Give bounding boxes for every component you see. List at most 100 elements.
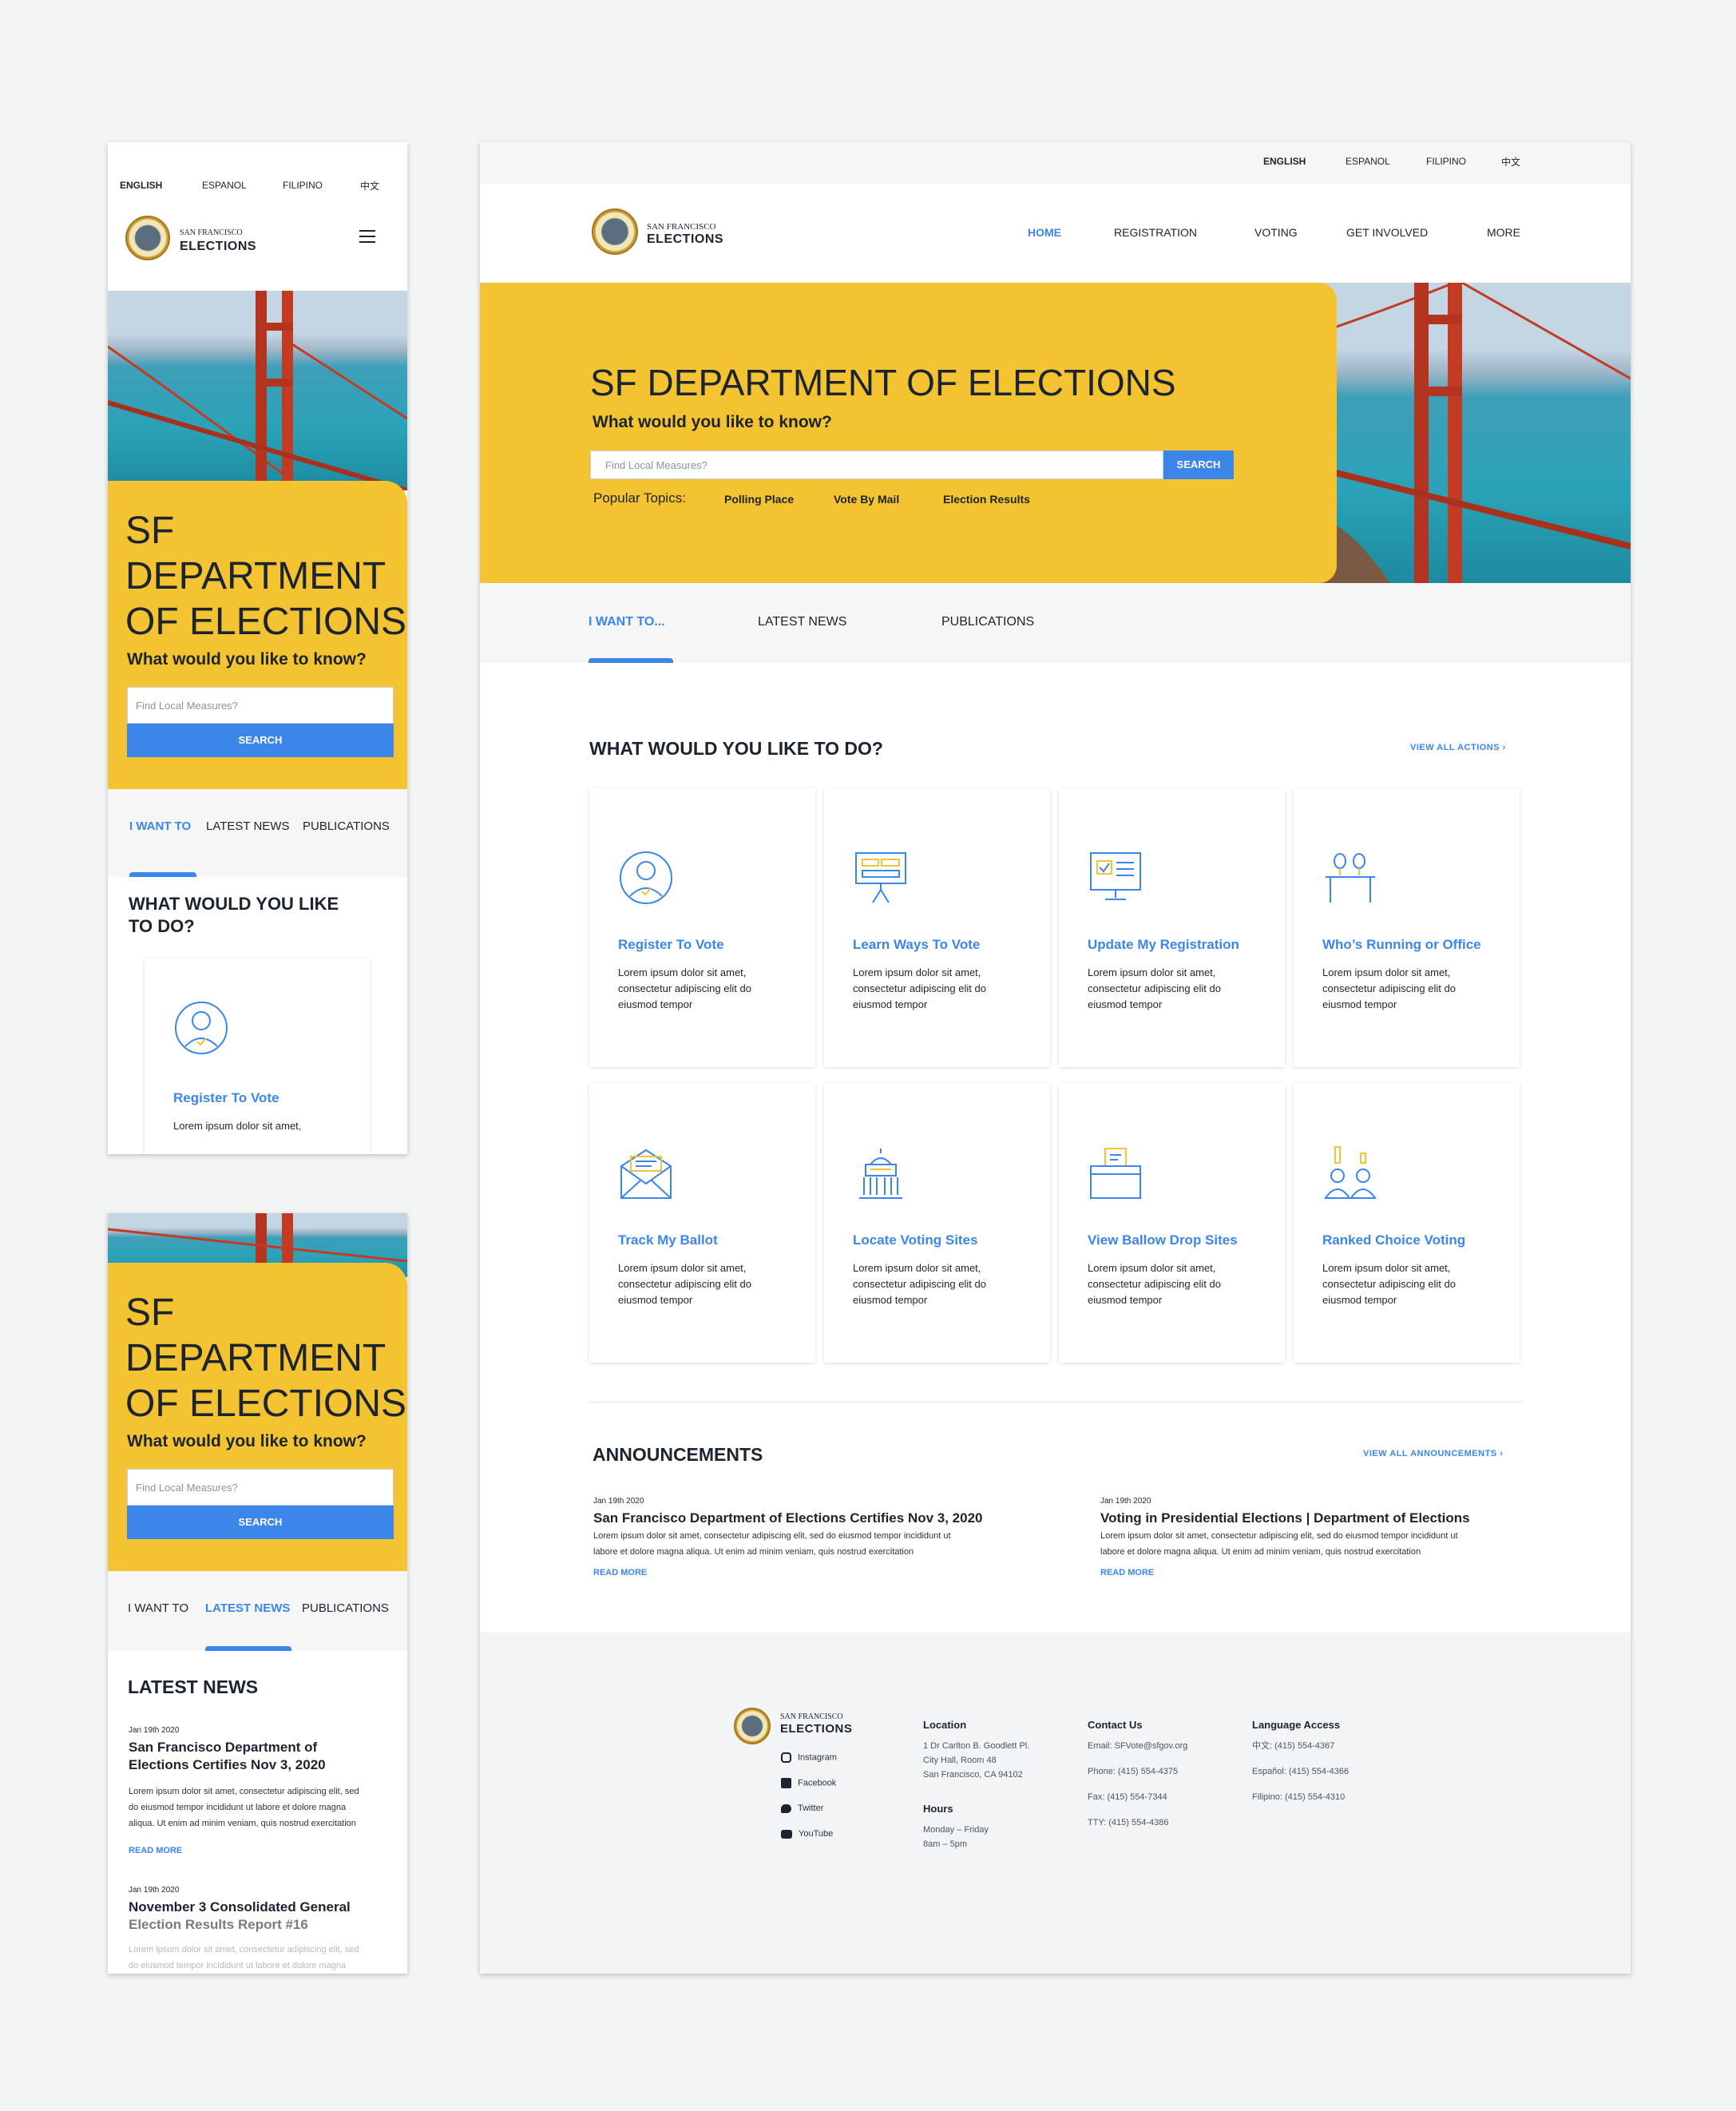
- topic-polling-place[interactable]: Polling Place: [724, 493, 794, 506]
- actions-heading: WHAT WOULD YOU LIKE TO DO?: [589, 738, 883, 759]
- lang-filipino[interactable]: FILIPINO: [1426, 156, 1466, 167]
- nav-more[interactable]: MORE: [1487, 226, 1520, 239]
- capitol-building-icon: [859, 1149, 902, 1199]
- tab-publications[interactable]: PUBLICATIONS: [941, 615, 1034, 629]
- lang-espanol[interactable]: ESPANOL: [202, 180, 247, 191]
- desc-line: Lorem ipsum dolor sit amet,: [618, 1262, 747, 1274]
- desc-line: consectetur adipiscing elit do: [1322, 1278, 1456, 1290]
- search-button[interactable]: SEARCH: [1163, 450, 1234, 479]
- view-all-announcements-link[interactable]: VIEW ALL ANNOUNCEMENTS ›: [1363, 1449, 1503, 1458]
- podium-icon: [1326, 853, 1375, 903]
- read-more-link[interactable]: READ MORE: [593, 1568, 1040, 1577]
- desc-line: consectetur adipiscing elit do: [1322, 982, 1456, 994]
- hero-title-line: OF ELECTIONS: [125, 1383, 407, 1425]
- action-card-register[interactable]: Register To Vote Lorem ipsum dolor sit a…: [589, 788, 815, 1067]
- tab-publications[interactable]: PUBLICATIONS: [302, 1601, 389, 1615]
- desc-line: Lorem ipsum dolor sit amet,: [853, 1262, 981, 1274]
- news-body: Lorem ipsum dolor sit amet, consectetur …: [129, 1784, 359, 1831]
- tab-latest-news[interactable]: LATEST NEWS: [758, 615, 846, 629]
- social-links: Instagram Facebook Twitter YouTube: [781, 1752, 837, 1855]
- social-link-twitter[interactable]: Twitter: [781, 1803, 837, 1829]
- action-card-drop-sites[interactable]: View Ballow Drop Sites Lorem ipsum dolor…: [1059, 1083, 1285, 1363]
- tab-i-want-to[interactable]: I WANT TO...: [589, 615, 665, 629]
- lang-chinese[interactable]: 中文: [1501, 155, 1520, 169]
- city-seal-logo[interactable]: [125, 216, 170, 260]
- announcement-title[interactable]: San Francisco Department of Elections Ce…: [593, 1510, 1040, 1526]
- search-input[interactable]: Find Local Measures?: [127, 687, 394, 724]
- hero-title-line: OF ELECTIONS: [125, 601, 407, 643]
- footer-text: Español: (415) 554-4366: [1252, 1767, 1350, 1776]
- view-all-actions-link[interactable]: VIEW ALL ACTIONS ›: [1410, 743, 1506, 752]
- announcement-body-line: labore et dolore magna aliqua. Ut enim a…: [1100, 1547, 1421, 1557]
- action-card-locate-sites[interactable]: Locate Voting Sites Lorem ipsum dolor si…: [824, 1083, 1050, 1363]
- topic-vote-by-mail[interactable]: Vote By Mail: [834, 493, 899, 506]
- tab-latest-news[interactable]: LATEST NEWS: [205, 1601, 290, 1615]
- action-card-title: Update My Registration: [1088, 937, 1239, 952]
- action-card-desc: Lorem ipsum dolor sit amet, consectetur …: [618, 965, 794, 1013]
- hamburger-menu-icon[interactable]: [359, 230, 375, 243]
- mobile-tabs: I WANT TO LATEST NEWS PUBLICATIONS: [108, 789, 407, 877]
- tab-i-want-to[interactable]: I WANT TO: [129, 819, 191, 833]
- person-check-icon: [620, 851, 672, 904]
- nav-home[interactable]: HOME: [1028, 226, 1061, 239]
- news-body-line: Lorem ipsum dolor sit amet, consectetur …: [129, 1787, 359, 1796]
- search-button[interactable]: SEARCH: [127, 724, 394, 757]
- footer-text[interactable]: Email: SFVote@sfgov.org: [1088, 1739, 1187, 1753]
- city-seal-logo[interactable]: [592, 208, 638, 255]
- action-card-desc: Lorem ipsum dolor sit amet, consectetur …: [618, 1260, 794, 1308]
- desc-line: eiusmod tempor: [618, 1294, 693, 1306]
- read-more-link[interactable]: READ MORE: [1100, 1568, 1548, 1577]
- announcement-body-line: Lorem ipsum dolor sit amet, consectetur …: [593, 1531, 951, 1541]
- social-link-youtube[interactable]: YouTube: [781, 1829, 837, 1855]
- social-link-instagram[interactable]: Instagram: [781, 1752, 837, 1778]
- action-card-ranked-choice[interactable]: Ranked Choice Voting Lorem ipsum dolor s…: [1294, 1083, 1520, 1363]
- lang-english[interactable]: ENGLISH: [120, 180, 162, 191]
- action-card-update-registration[interactable]: Update My Registration Lorem ipsum dolor…: [1059, 788, 1285, 1067]
- action-card-track-ballot[interactable]: Track My Ballot Lorem ipsum dolor sit am…: [589, 1083, 815, 1363]
- social-label: Facebook: [798, 1778, 837, 1788]
- footer-contact: Contact Us Email: SFVote@sfgov.org Phone…: [1088, 1719, 1187, 1830]
- action-card-title: Register To Vote: [618, 937, 724, 952]
- search-input[interactable]: Find Local Measures?: [127, 1469, 394, 1506]
- nav-registration[interactable]: REGISTRATION: [1114, 226, 1197, 239]
- social-link-facebook[interactable]: Facebook: [781, 1778, 837, 1803]
- topic-election-results[interactable]: Election Results: [943, 493, 1030, 506]
- news-title[interactable]: November 3 Consolidated General Election…: [129, 1899, 351, 1934]
- search-button-label: SEARCH: [1176, 458, 1221, 470]
- read-more-link[interactable]: READ MORE: [129, 1846, 182, 1855]
- footer-language-access: Language Access 中文: (415) 554-4367 Españ…: [1252, 1719, 1349, 1804]
- action-card-whos-running[interactable]: Who’s Running or Office Lorem ipsum dolo…: [1294, 788, 1520, 1067]
- instagram-icon: [781, 1752, 791, 1763]
- site-footer: SAN FRANCISCO ELECTIONS Instagram Facebo…: [480, 1633, 1631, 1974]
- tab-latest-news[interactable]: LATEST NEWS: [206, 819, 289, 833]
- footer-text: 1 Dr Carlton B. Goodlett Pl.: [923, 1741, 1030, 1751]
- section-divider: [589, 1402, 1522, 1403]
- action-card-learn-ways[interactable]: Learn Ways To Vote Lorem ipsum dolor sit…: [824, 788, 1050, 1067]
- lang-chinese[interactable]: 中文: [360, 179, 379, 192]
- announcement-item: Jan 19th 2020 San Francisco Department o…: [593, 1497, 1040, 1577]
- tab-i-want-to[interactable]: I WANT TO: [128, 1601, 188, 1615]
- announcement-title[interactable]: Voting in Presidential Elections | Depar…: [1100, 1510, 1548, 1526]
- chevron-right-icon: ›: [1502, 743, 1506, 752]
- footer-text: San Francisco, CA 94102: [923, 1770, 1023, 1780]
- news-body-line: aliqua. Ut enim ad minim veniam, quis no…: [129, 1819, 356, 1828]
- action-card-desc: Lorem ipsum dolor sit amet, consectetur …: [1088, 965, 1263, 1013]
- action-card-register[interactable]: Register To Vote Lorem ipsum dolor sit a…: [145, 958, 370, 1154]
- search-button[interactable]: SEARCH: [127, 1506, 394, 1539]
- mobile-hero-panel: SF DEPARTMENT OF ELECTIONS What would yo…: [108, 1263, 407, 1571]
- city-seal-logo[interactable]: [734, 1708, 771, 1744]
- nav-voting[interactable]: VOTING: [1254, 226, 1298, 239]
- announcement-date: Jan 19th 2020: [1100, 1497, 1151, 1506]
- desc-line: Lorem ipsum dolor sit amet,: [1322, 966, 1451, 978]
- nav-get-involved[interactable]: GET INVOLVED: [1346, 226, 1428, 239]
- footer-text: 8am – 5pm: [923, 1839, 968, 1849]
- desc-line: consectetur adipiscing elit do: [853, 982, 986, 994]
- tab-publications[interactable]: PUBLICATIONS: [303, 819, 390, 833]
- news-title[interactable]: San Francisco Department of Elections Ce…: [129, 1739, 326, 1774]
- lang-english[interactable]: ENGLISH: [1263, 156, 1306, 167]
- news-date: Jan 19th 2020: [129, 1886, 180, 1895]
- search-input[interactable]: Find Local Measures?: [590, 450, 1163, 479]
- desc-line: Lorem ipsum dolor sit amet,: [1088, 966, 1216, 978]
- lang-espanol[interactable]: ESPANOL: [1346, 156, 1390, 167]
- lang-filipino[interactable]: FILIPINO: [283, 180, 323, 191]
